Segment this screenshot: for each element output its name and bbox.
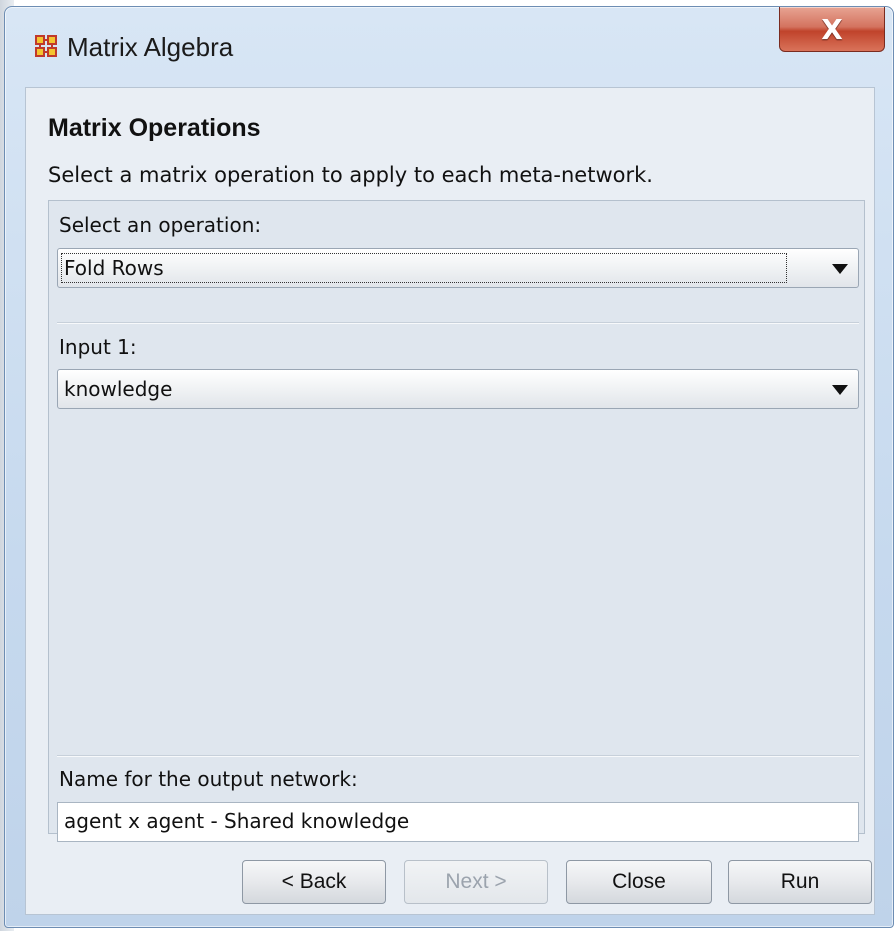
next-button[interactable]: Next > — [404, 860, 548, 904]
page-title: Matrix Operations — [48, 114, 261, 142]
window-title: Matrix Algebra — [67, 32, 234, 62]
input1-select[interactable]: knowledge — [57, 369, 859, 409]
chevron-down-icon — [832, 385, 848, 395]
divider — [57, 755, 859, 757]
output-name-field-wrapper — [57, 802, 859, 842]
page-description: Select a matrix operation to apply to ea… — [48, 163, 653, 187]
output-name-field[interactable] — [58, 803, 850, 839]
close-icon: X — [821, 12, 843, 46]
input1-label: Input 1: — [59, 335, 137, 359]
dialog-window: Matrix Algebra X Matrix Operations Selec… — [4, 6, 894, 928]
operation-label: Select an operation: — [59, 213, 262, 237]
operation-select-value: Fold Rows — [61, 253, 787, 283]
chevron-down-icon — [832, 264, 848, 274]
back-button[interactable]: < Back — [242, 860, 386, 904]
grid-network-icon — [35, 35, 57, 57]
dialog-content: Matrix Operations Select a matrix operat… — [25, 87, 875, 915]
run-button[interactable]: Run — [728, 860, 872, 904]
close-button[interactable]: Close — [566, 860, 712, 904]
operation-panel: Select an operation: Fold Rows Input 1: … — [48, 200, 865, 842]
output-name-label: Name for the output network: — [59, 767, 358, 791]
operation-select[interactable]: Fold Rows — [57, 248, 859, 288]
window-close-button[interactable]: X — [779, 7, 885, 52]
divider — [57, 322, 859, 324]
input1-select-value: knowledge — [64, 377, 173, 401]
title-bar[interactable]: Matrix Algebra X — [5, 7, 893, 85]
